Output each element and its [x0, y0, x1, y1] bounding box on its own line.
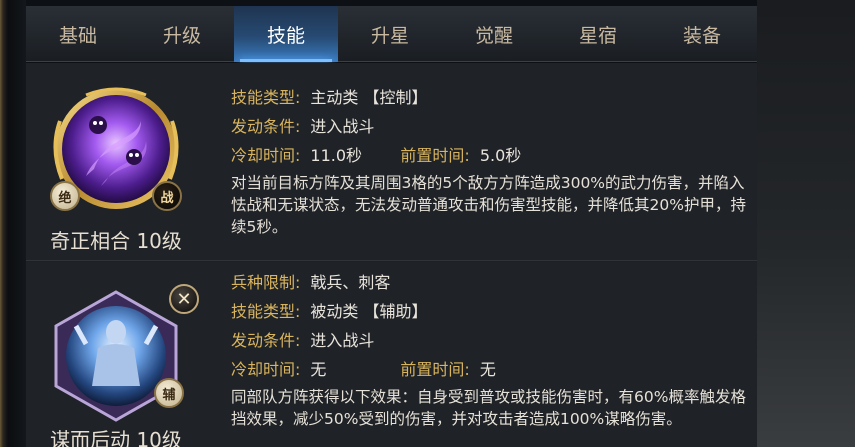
skill-description: 对当前目标方阵及其周围3格的5个敌方方阵造成300%的武力伤害，并陷入怯战和无谋…: [231, 174, 746, 236]
skill-tag-badge: 战: [152, 181, 182, 211]
skill-details: 兵种限制: 戟兵、刺客 技能类型: 被动类 【辅助】 发动条件: 进入战斗 冷却…: [231, 266, 747, 430]
skill-details: 技能类型: 主动类 【控制】 发动条件: 进入战斗 冷却时间: 11.0秒 前置…: [231, 81, 747, 238]
right-backdrop: [757, 0, 855, 447]
skill-tag-badge: 绝: [50, 181, 80, 211]
troop-restriction-row: 兵种限制: 戟兵、刺客: [231, 272, 391, 292]
trigger-row: 发动条件: 进入战斗: [231, 116, 375, 136]
skill-type-row: 技能类型: 被动类 【辅助】: [231, 301, 428, 321]
trigger-row: 发动条件: 进入战斗: [231, 330, 375, 350]
skill-card: 辅 ✕ 谋而后动 10级 兵种限制: 戟兵、刺客 技能类型: 被动类 【辅助】 …: [26, 262, 757, 447]
tab-basic[interactable]: 基础: [26, 6, 130, 62]
skill-description: 同部队方阵获得以下效果：自身受到普攻或技能伤害时，有60%概率触发格挡效果，减少…: [231, 388, 746, 428]
purple-spirit-swirl-icon[interactable]: 绝 战: [46, 81, 186, 221]
tab-equipment[interactable]: 装备: [650, 6, 754, 62]
tab-star-up[interactable]: 升星: [338, 6, 442, 62]
tab-upgrade[interactable]: 升级: [130, 6, 234, 62]
skill-name: 谋而后动 10级: [50, 428, 182, 447]
tab-awaken[interactable]: 觉醒: [442, 6, 546, 62]
left-frame-edge: [0, 0, 26, 447]
tab-bar: 基础 升级 技能 升星 觉醒 星宿 装备: [26, 6, 757, 62]
skill-tag-badge: 辅: [154, 378, 184, 408]
skill-name: 奇正相合 10级: [50, 229, 182, 253]
skills-panel: 绝 战 奇正相合 10级 技能类型: 主动类 【控制】 发动条件: 进入战斗 冷…: [26, 63, 757, 447]
blue-ghost-warrior-icon[interactable]: 辅: [46, 286, 186, 426]
skill-type-row: 技能类型: 主动类 【控制】: [231, 87, 428, 107]
skill-card: 绝 战 奇正相合 10级 技能类型: 主动类 【控制】 发动条件: 进入战斗 冷…: [26, 63, 757, 261]
cooldown-row: 冷却时间: 无 前置时间: 无: [231, 359, 496, 379]
close-icon[interactable]: ✕: [169, 284, 199, 314]
tab-constellation[interactable]: 星宿: [546, 6, 650, 62]
cooldown-row: 冷却时间: 11.0秒 前置时间: 5.0秒: [231, 145, 522, 165]
tab-skills[interactable]: 技能: [234, 6, 338, 62]
